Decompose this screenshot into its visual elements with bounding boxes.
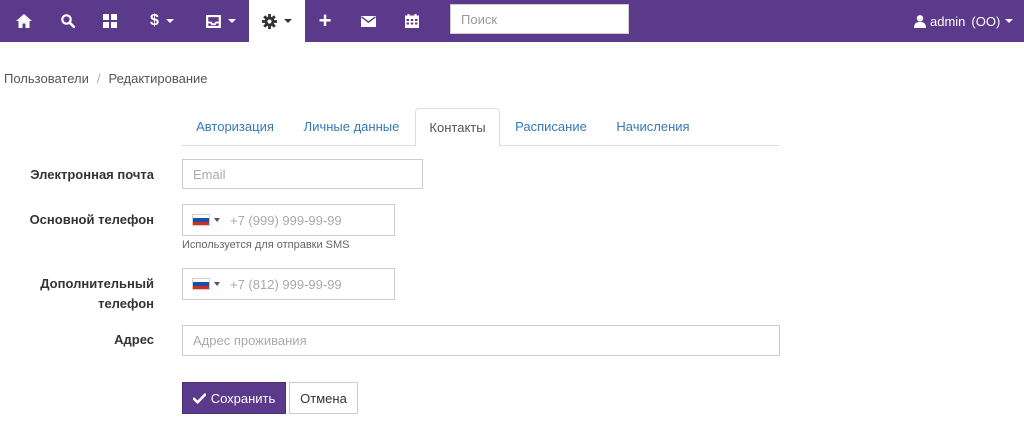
user-name: admin (930, 13, 966, 29)
email-label: Электронная почта (30, 167, 154, 182)
check-icon (192, 392, 206, 404)
dollar-icon: $ (150, 12, 159, 29)
save-button-label: Сохранить (210, 390, 276, 406)
nav-finance-dropdown[interactable]: $ (132, 0, 192, 42)
tab-accruals[interactable]: Начисления (608, 108, 698, 146)
tab-personal-data[interactable]: Личные данные (295, 108, 408, 146)
save-button[interactable]: Сохранить (182, 382, 286, 414)
plus-icon: + (318, 8, 332, 33)
chevron-down-icon (1005, 19, 1014, 23)
chevron-down-icon (214, 218, 220, 222)
nav-home-button[interactable] (0, 0, 47, 42)
nav-calendar-button[interactable] (392, 0, 432, 42)
tab-contacts[interactable]: Контакты (415, 108, 500, 147)
chevron-down-icon (214, 282, 220, 286)
nav-inbox-dropdown[interactable] (192, 0, 249, 42)
top-navbar: $ + admin (ОО) (0, 0, 1024, 42)
user-menu-dropdown[interactable]: admin (ОО) (914, 0, 1024, 42)
dashboard-grid-icon (103, 14, 117, 28)
search-icon (60, 14, 75, 28)
home-icon (15, 14, 32, 28)
cancel-button[interactable]: Отмена (289, 382, 358, 414)
nav-search-button[interactable] (47, 0, 88, 42)
main-phone-country-select[interactable] (183, 205, 228, 235)
main-phone-group (182, 204, 408, 236)
user-role: (ОО) (971, 13, 1001, 29)
nav-add-button[interactable]: + (305, 0, 345, 42)
breadcrumb-separator: / (96, 71, 101, 86)
extra-phone-country-select[interactable] (183, 269, 228, 299)
address-label: Адрес (114, 332, 154, 347)
nav-messages-button[interactable] (345, 0, 392, 42)
breadcrumb-users-link[interactable]: Пользователи (4, 71, 89, 86)
user-icon (914, 14, 926, 28)
address-field[interactable] (182, 325, 780, 356)
profile-tabs: Авторизация Личные данные Контакты Распи… (182, 108, 779, 147)
chevron-down-icon (165, 19, 174, 23)
extra-phone-label: Дополнительный телефон (40, 274, 154, 314)
nav-dashboard-button[interactable] (88, 0, 132, 42)
extra-phone-label-line2: телефон (98, 296, 154, 311)
tab-authorization[interactable]: Авторизация (185, 108, 285, 146)
breadcrumb-current: Редактирование (108, 71, 208, 86)
gear-icon (262, 13, 277, 29)
main-phone-help-text: Используется для отправки SMS (182, 239, 350, 251)
calendar-icon (405, 14, 419, 28)
main-phone-field[interactable] (228, 205, 408, 235)
inbox-icon (205, 14, 221, 28)
russia-flag-icon (192, 278, 210, 290)
extra-phone-field[interactable] (228, 269, 408, 299)
main-phone-label: Основной телефон (29, 212, 154, 227)
russia-flag-icon (192, 214, 210, 226)
breadcrumb: Пользователи / Редактирование (4, 71, 208, 86)
extra-phone-group (182, 268, 408, 300)
global-search-input[interactable] (450, 4, 629, 34)
nav-settings-dropdown[interactable] (249, 0, 305, 42)
envelope-icon (361, 15, 376, 27)
tab-schedule[interactable]: Расписание (510, 108, 592, 146)
email-field[interactable] (182, 159, 423, 189)
chevron-down-icon (227, 19, 236, 23)
chevron-down-icon (284, 19, 292, 23)
extra-phone-label-line1: Дополнительный (40, 276, 154, 291)
